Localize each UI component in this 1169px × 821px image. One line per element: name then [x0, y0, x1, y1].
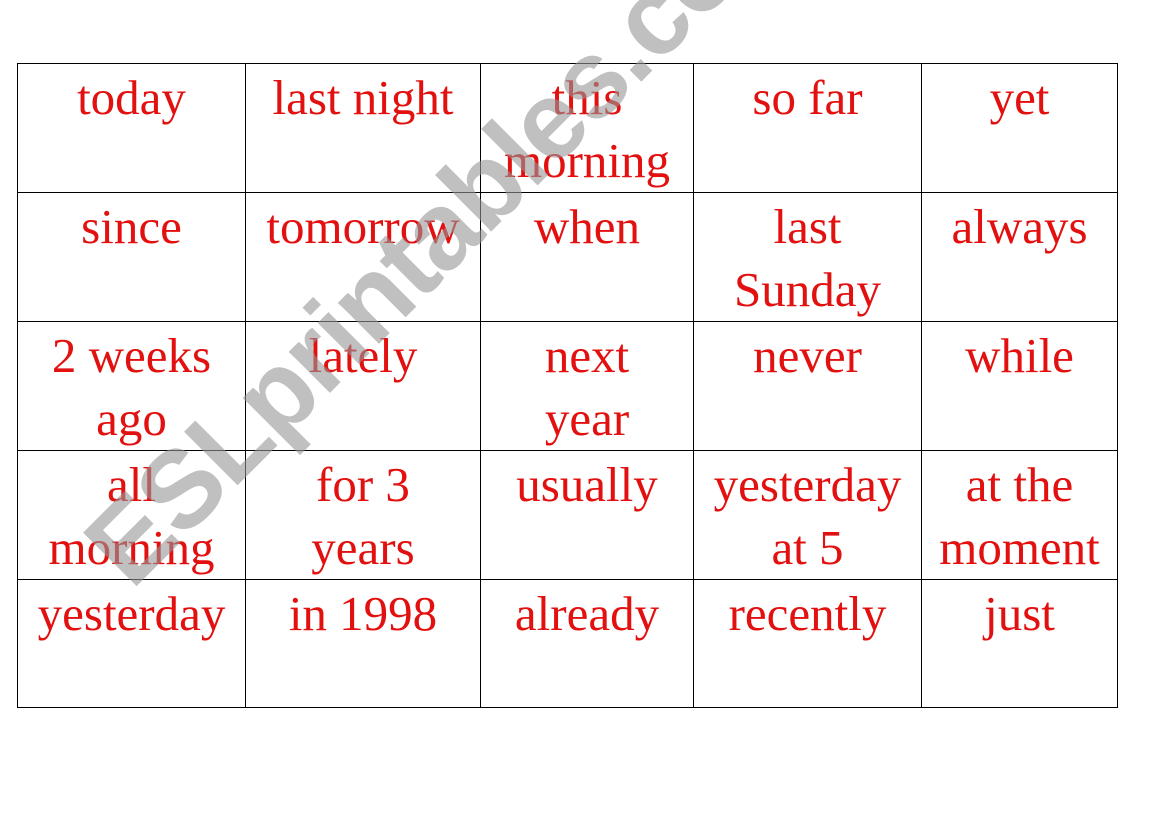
- word-card: last night: [245, 63, 481, 193]
- word-card-text: recently: [728, 586, 887, 641]
- word-card: all morning: [17, 450, 246, 580]
- word-card-text: just: [984, 586, 1055, 641]
- word-card: this morning: [480, 63, 694, 193]
- table-row: 2 weeks ago lately next year never while: [17, 321, 1118, 451]
- word-card: lately: [245, 321, 481, 451]
- word-card-text: never: [753, 328, 862, 383]
- word-card-text: when: [533, 199, 641, 254]
- word-card-text: in 1998: [288, 586, 438, 641]
- word-card-text: today: [77, 70, 186, 125]
- word-card-text: since: [81, 199, 182, 254]
- table-row: today last night this morning so far yet: [17, 63, 1118, 193]
- word-card: usually: [480, 450, 694, 580]
- word-card-text: while: [965, 328, 1074, 383]
- word-card: yet: [921, 63, 1118, 193]
- word-card-text: usually: [516, 457, 658, 512]
- word-card: last Sunday: [693, 192, 922, 322]
- word-card-text: for 3 years: [311, 457, 415, 575]
- word-card-text: 2 weeks ago: [51, 328, 212, 446]
- word-card: tomorrow: [245, 192, 481, 322]
- word-card-text: so far: [752, 70, 863, 125]
- word-card: for 3 years: [245, 450, 481, 580]
- word-card: next year: [480, 321, 694, 451]
- word-card-grid: today last night this morning so far yet sinc…: [17, 63, 1118, 708]
- table-row: yesterday in 1998 already recently just: [17, 579, 1118, 708]
- word-card: while: [921, 321, 1118, 451]
- word-card: so far: [693, 63, 922, 193]
- word-card: never: [693, 321, 922, 451]
- word-card: when: [480, 192, 694, 322]
- word-card-table: today last night this morning so far yet sinc…: [17, 63, 1118, 708]
- word-card-text: all morning: [48, 457, 215, 575]
- word-card: since: [17, 192, 246, 322]
- word-card-text: yesterday at 5: [713, 457, 902, 575]
- table-row: all morning for 3 years usually yesterday a…: [17, 450, 1118, 580]
- word-card-text: yet: [989, 70, 1050, 125]
- word-card: just: [921, 579, 1118, 708]
- word-card-text: tomorrow: [266, 199, 460, 254]
- word-card: today: [17, 63, 246, 193]
- word-card-text: last Sunday: [734, 199, 881, 317]
- word-card: yesterday: [17, 579, 246, 708]
- word-card-text: at the moment: [939, 457, 1100, 575]
- word-card-text: yesterday: [37, 586, 226, 641]
- word-card: already: [480, 579, 694, 708]
- word-card-text: this morning: [503, 70, 671, 188]
- word-card-text: next year: [544, 328, 630, 446]
- word-card: in 1998: [245, 579, 481, 708]
- word-card: yesterday at 5: [693, 450, 922, 580]
- word-card: always: [921, 192, 1118, 322]
- word-card-text: last night: [272, 70, 454, 125]
- word-card-text: lately: [308, 328, 418, 383]
- table-row: since tomorrow when last Sunday always: [17, 192, 1118, 322]
- word-card-text: always: [951, 199, 1088, 254]
- word-card: at the moment: [921, 450, 1118, 580]
- word-card: 2 weeks ago: [17, 321, 246, 451]
- word-card: recently: [693, 579, 922, 708]
- word-card-text: already: [514, 586, 660, 641]
